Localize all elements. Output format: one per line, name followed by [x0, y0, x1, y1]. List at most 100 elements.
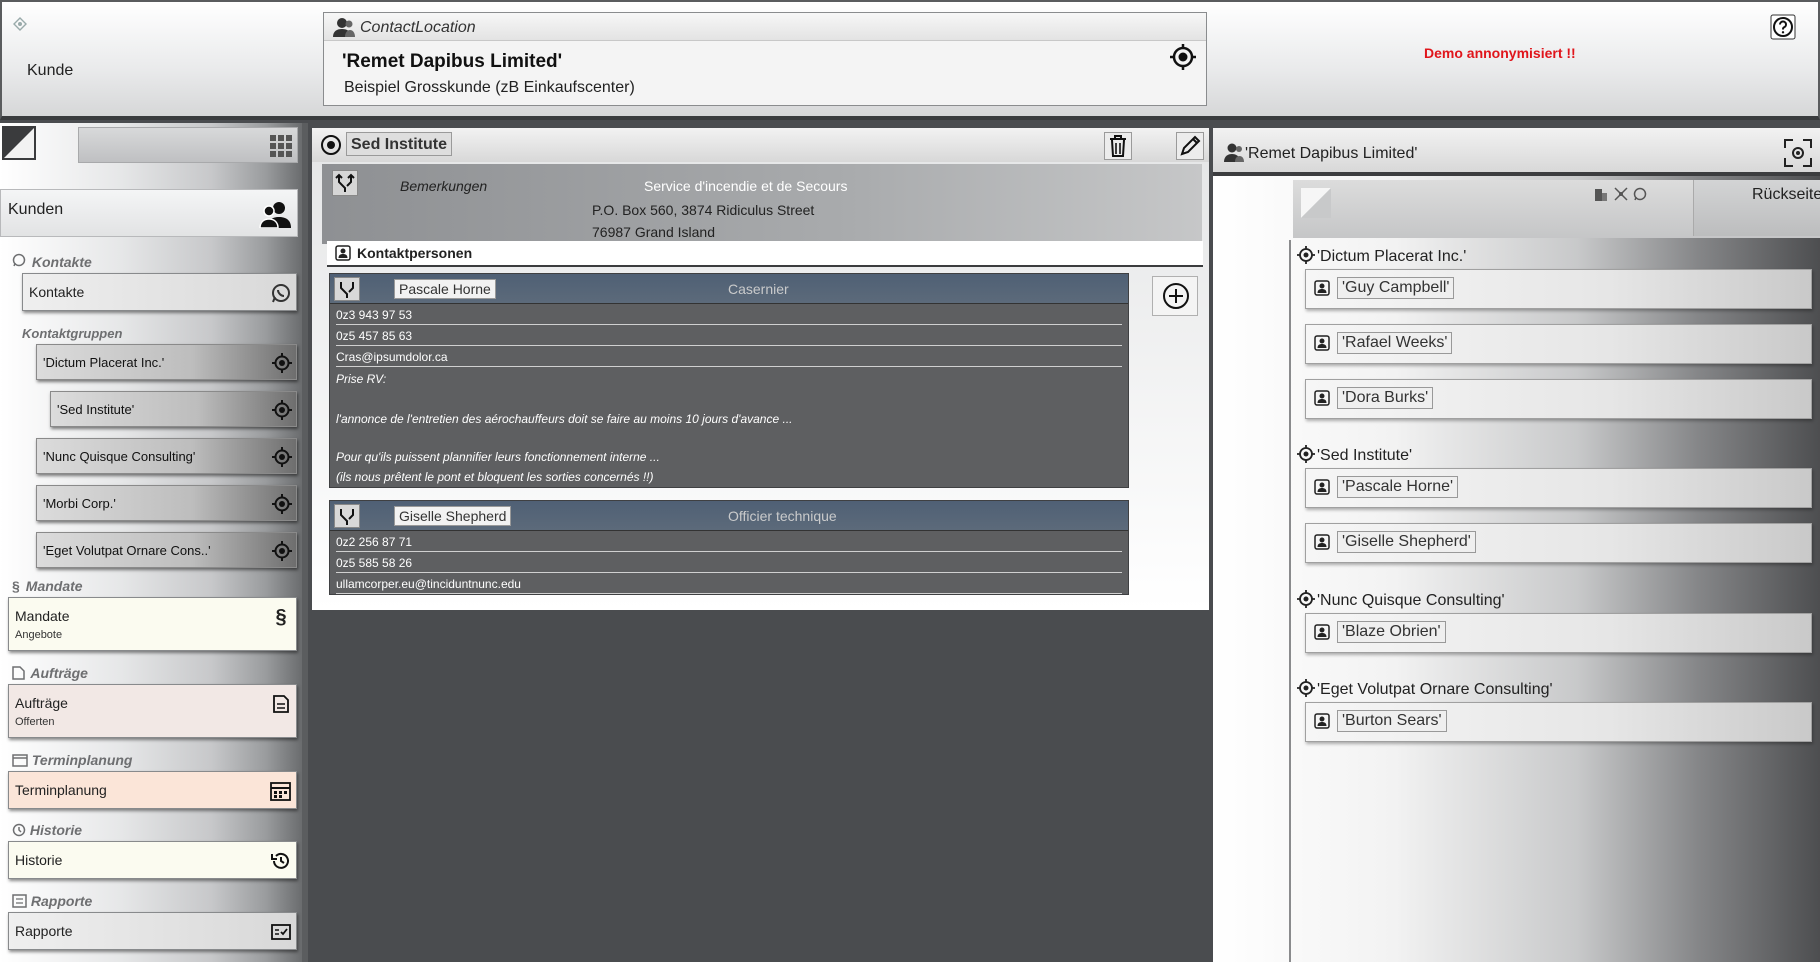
sidebar-corner-toggle[interactable] [2, 126, 36, 160]
contact-card-icon [1314, 713, 1330, 729]
tree-person-card[interactable]: 'Rafael Weeks' [1305, 324, 1812, 364]
contact-name: 'Remet Dapibus Limited' [342, 51, 563, 72]
tree-person-name[interactable]: 'Giselle Shepherd' [1337, 531, 1476, 553]
tree-person-name[interactable]: 'Pascale Horne' [1337, 476, 1459, 498]
report-check-icon [270, 921, 292, 943]
corner-fold-icon[interactable] [1301, 188, 1331, 218]
group-item-label: 'Morbi Corp.' [43, 496, 116, 511]
target-icon[interactable] [272, 447, 292, 467]
tree-person-name[interactable]: 'Dora Burks' [1337, 387, 1434, 409]
locate-target-icon[interactable] [1169, 43, 1197, 71]
document-icon [12, 666, 25, 680]
contact-location-box: ContactLocation 'Remet Dapibus Limited' … [323, 12, 1207, 106]
branch-icon[interactable] [332, 170, 358, 196]
focus-fullscreen-icon[interactable] [1783, 138, 1813, 168]
target-icon[interactable] [1297, 445, 1315, 463]
paragraph-icon: § [12, 578, 20, 594]
target-icon[interactable] [272, 400, 292, 420]
group-item[interactable]: 'Eget Volutpat Ornare Cons..' [36, 532, 297, 568]
sidebar-item-terminplanung[interactable]: Terminplanung [8, 771, 297, 809]
group-item[interactable]: 'Dictum Placerat Inc.' [36, 344, 297, 380]
tree-person-name[interactable]: 'Burton Sears' [1337, 710, 1447, 732]
contact-card-icon [1314, 624, 1330, 640]
view-icons [1593, 186, 1653, 202]
person-card-header: Pascale Horne Casernier [330, 274, 1128, 304]
person-note-line: Pour qu'ils puissent plannifier leurs fo… [336, 450, 660, 464]
back-side-button[interactable]: Rückseite [1693, 180, 1820, 236]
person-card[interactable]: Pascale Horne Casernier 0z3 943 97 53 0z… [329, 273, 1129, 488]
contact-card-icon [1314, 335, 1330, 351]
person-phone[interactable]: 0z2 256 87 71 [336, 531, 1122, 552]
tree-person-card[interactable]: 'Blaze Obrien' [1305, 613, 1812, 653]
target-icon[interactable] [272, 541, 292, 561]
whatsapp-icon[interactable] [1633, 187, 1647, 201]
contact-group-panel: Sed Institute Bemerkungen Service d'ince… [312, 128, 1209, 610]
sidebar-item-kontakte[interactable]: Kontakte [22, 273, 297, 311]
tree-group[interactable]: 'Eget Volutpat Ornare Consulting' [1297, 679, 1553, 699]
contact-person-icon [1223, 142, 1245, 162]
group-item[interactable]: 'Nunc Quisque Consulting' [36, 438, 297, 474]
group-item-label: 'Eget Volutpat Ornare Cons..' [43, 543, 211, 558]
edit-pencil-icon[interactable] [1176, 132, 1204, 160]
person-phone[interactable]: 0z5 457 85 63 [336, 325, 1122, 346]
sidebar-item-rapporte[interactable]: Rapporte [8, 912, 297, 950]
person-phone[interactable]: 0z3 943 97 53 [336, 304, 1122, 325]
section-mandate-title: Mandate [25, 578, 83, 594]
tree-group[interactable]: 'Dictum Placerat Inc.' [1297, 246, 1466, 266]
sidebar-item-auftraege-sub: Offerten [15, 716, 55, 728]
tree-person-card[interactable]: 'Dora Burks' [1305, 379, 1812, 419]
person-name[interactable]: Giselle Shepherd [394, 506, 512, 526]
tree-person-card[interactable]: 'Pascale Horne' [1305, 468, 1812, 508]
tree-person-card[interactable]: 'Guy Campbell' [1305, 269, 1812, 309]
sidebar-item-mandate-sub: Angebote [15, 629, 63, 641]
branch-icon[interactable] [334, 277, 360, 301]
address-line2: 76987 Grand Island [592, 224, 715, 240]
calendar-icon [12, 753, 28, 767]
tree-person-card[interactable]: 'Burton Sears' [1305, 702, 1812, 742]
sidebar-item-mandate[interactable]: Mandate Angebote § [8, 597, 297, 651]
add-person-button[interactable] [1152, 276, 1198, 316]
service-text: Service d'incendie et de Secours [644, 178, 848, 194]
target-icon[interactable] [272, 494, 292, 514]
person-role: Officier technique [728, 508, 837, 524]
history-icon [12, 823, 26, 837]
contact-type-label: ContactLocation [360, 19, 476, 36]
tree-person-name[interactable]: 'Guy Campbell' [1337, 277, 1455, 299]
target-icon[interactable] [1297, 246, 1315, 264]
tree-person-card[interactable]: 'Giselle Shepherd' [1305, 523, 1812, 563]
help-icon[interactable] [1770, 14, 1796, 40]
building-icon[interactable] [1593, 186, 1609, 202]
tree-group[interactable]: 'Nunc Quisque Consulting' [1297, 590, 1505, 610]
kontaktpersonen-label: Kontaktpersonen [357, 245, 473, 261]
target-icon[interactable] [1297, 590, 1315, 608]
report-icon [12, 894, 27, 908]
group-item[interactable]: 'Morbi Corp.' [36, 485, 297, 521]
person-card[interactable]: Giselle Shepherd Officier technique 0z2 … [329, 500, 1129, 595]
section-historie: Historie [12, 822, 82, 838]
group-item[interactable]: 'Sed Institute' [50, 391, 297, 427]
network-icon[interactable] [1613, 186, 1629, 202]
sidebar-item-rapporte-label: Rapporte [15, 923, 73, 939]
target-icon[interactable] [1297, 679, 1315, 697]
tree-person-name[interactable]: 'Blaze Obrien' [1337, 621, 1446, 643]
sidebar-item-auftraege[interactable]: Aufträge Offerten [8, 684, 297, 738]
branch-icon[interactable] [334, 504, 360, 528]
person-email[interactable]: ullamcorper.eu@tinciduntnunc.edu [336, 573, 1122, 594]
delete-trash-icon[interactable] [1104, 132, 1132, 160]
section-mandate: § Mandate [12, 578, 83, 594]
contact-card-icon [335, 245, 351, 261]
tree-person-name[interactable]: 'Rafael Weeks' [1337, 332, 1453, 354]
tree-group-name: 'Dictum Placerat Inc.' [1317, 248, 1467, 265]
target-icon[interactable] [272, 353, 292, 373]
whatsapp-icon [270, 282, 292, 304]
person-name[interactable]: Pascale Horne [394, 279, 496, 299]
target-icon[interactable] [318, 132, 344, 158]
kunden-button[interactable]: Kunden [0, 189, 298, 237]
document-icon [270, 693, 292, 715]
app-logo-icon[interactable] [12, 16, 28, 32]
person-email[interactable]: Cras@ipsumdolor.ca [336, 346, 1122, 367]
tree-group[interactable]: 'Sed Institute' [1297, 445, 1412, 465]
apps-grid-icon[interactable] [269, 134, 293, 158]
sidebar-item-historie[interactable]: Historie [8, 841, 297, 879]
person-phone[interactable]: 0z5 585 58 26 [336, 552, 1122, 573]
